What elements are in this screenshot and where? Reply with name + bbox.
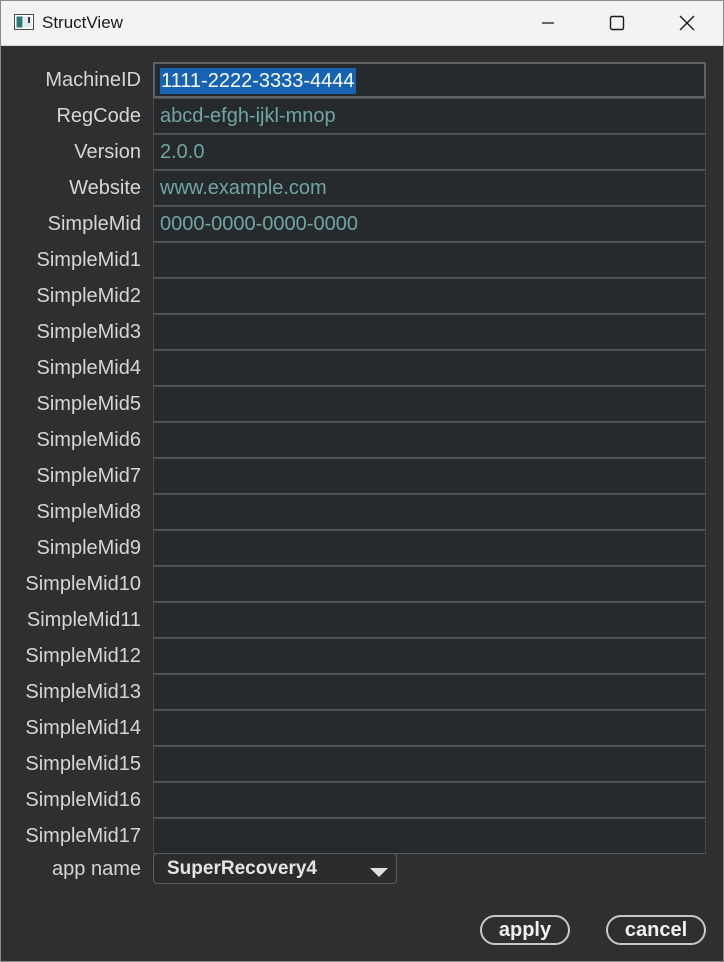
form-row-simplemid2: SimpleMid2 xyxy=(1,278,723,314)
selected-text: 1111-2222-3333-4444 xyxy=(160,68,356,94)
form-row-version: Version 2.0.0 xyxy=(1,134,723,170)
form-row-simplemid9: SimpleMid9 xyxy=(1,530,723,566)
field-label-simplemid8: SimpleMid8 xyxy=(36,501,141,523)
window-title: StructView xyxy=(42,13,123,32)
field-label-simplemid10: SimpleMid10 xyxy=(25,573,141,595)
field-label-simplemid7: SimpleMid7 xyxy=(36,465,141,487)
field-label-version: Version xyxy=(74,141,141,163)
form-row-simplemid15: SimpleMid15 xyxy=(1,746,723,782)
field-label-simplemid4: SimpleMid4 xyxy=(36,357,141,379)
field-input-simplemid8[interactable] xyxy=(153,494,706,530)
field-input-simplemid17[interactable] xyxy=(153,818,706,854)
field-input-simplemid4[interactable] xyxy=(153,350,706,386)
structview-app-icon xyxy=(14,14,34,30)
maximize-icon xyxy=(609,15,625,31)
form-row-simplemid12: SimpleMid12 xyxy=(1,638,723,674)
field-label-machineid: MachineID xyxy=(45,69,141,91)
minimize-button[interactable] xyxy=(513,1,583,45)
field-input-simplemid2[interactable] xyxy=(153,278,706,314)
field-input-version[interactable]: 2.0.0 xyxy=(153,134,706,170)
form-row-regcode: RegCode abcd-efgh-ijkl-mnop xyxy=(1,98,723,134)
form-row-simplemid7: SimpleMid7 xyxy=(1,458,723,494)
dropdown-arrow-icon xyxy=(370,865,388,877)
field-input-simplemid13[interactable] xyxy=(153,674,706,710)
app-name-label: app name xyxy=(52,858,141,880)
form-row-simplemid11: SimpleMid11 xyxy=(1,602,723,638)
form-row-simplemid: SimpleMid 0000-0000-0000-0000 xyxy=(1,206,723,242)
form-row-simplemid8: SimpleMid8 xyxy=(1,494,723,530)
field-input-simplemid14[interactable] xyxy=(153,710,706,746)
field-label-simplemid2: SimpleMid2 xyxy=(36,285,141,307)
field-label-simplemid3: SimpleMid3 xyxy=(36,321,141,343)
close-icon xyxy=(679,15,695,31)
field-input-simplemid[interactable]: 0000-0000-0000-0000 xyxy=(153,206,706,242)
cancel-button[interactable]: cancel xyxy=(606,915,706,945)
field-label-simplemid: SimpleMid xyxy=(47,213,141,235)
structview-window: StructView MachineID 1111-2222-3333-4444 R… xyxy=(0,0,724,962)
field-input-simplemid9[interactable] xyxy=(153,530,706,566)
app-name-combobox[interactable]: SuperRecovery4 xyxy=(153,853,397,884)
app-name-selected-value: SuperRecovery4 xyxy=(167,858,317,879)
field-label-simplemid13: SimpleMid13 xyxy=(25,681,141,703)
field-input-simplemid10[interactable] xyxy=(153,566,706,602)
field-label-simplemid5: SimpleMid5 xyxy=(36,393,141,415)
field-input-simplemid5[interactable] xyxy=(153,386,706,422)
title-bar[interactable]: StructView xyxy=(1,1,723,46)
field-input-simplemid1[interactable] xyxy=(153,242,706,278)
field-input-simplemid7[interactable] xyxy=(153,458,706,494)
form-row-simplemid4: SimpleMid4 xyxy=(1,350,723,386)
maximize-button[interactable] xyxy=(582,1,652,45)
field-label-simplemid6: SimpleMid6 xyxy=(36,429,141,451)
field-label-simplemid1: SimpleMid1 xyxy=(36,249,141,271)
field-input-simplemid15[interactable] xyxy=(153,746,706,782)
field-input-simplemid11[interactable] xyxy=(153,602,706,638)
form-row-simplemid16: SimpleMid16 xyxy=(1,782,723,818)
form-row-machineid: MachineID 1111-2222-3333-4444 xyxy=(1,62,723,98)
field-label-simplemid14: SimpleMid14 xyxy=(25,717,141,739)
minimize-icon xyxy=(541,16,555,30)
field-label-simplemid11: SimpleMid11 xyxy=(26,609,141,631)
field-input-website[interactable]: www.example.com xyxy=(153,170,706,206)
form-row-simplemid10: SimpleMid10 xyxy=(1,566,723,602)
apply-button[interactable]: apply xyxy=(480,915,570,945)
form-row-simplemid6: SimpleMid6 xyxy=(1,422,723,458)
form-row-simplemid13: SimpleMid13 xyxy=(1,674,723,710)
close-button[interactable] xyxy=(652,1,722,45)
field-input-simplemid3[interactable] xyxy=(153,314,706,350)
field-input-machineid[interactable]: 1111-2222-3333-4444 xyxy=(153,62,706,98)
form-row-simplemid5: SimpleMid5 xyxy=(1,386,723,422)
form-row-simplemid17: SimpleMid17 xyxy=(1,818,723,854)
form-row-simplemid14: SimpleMid14 xyxy=(1,710,723,746)
field-label-simplemid17: SimpleMid17 xyxy=(25,825,141,847)
form-row-simplemid1: SimpleMid1 xyxy=(1,242,723,278)
form-row-simplemid3: SimpleMid3 xyxy=(1,314,723,350)
field-label-simplemid16: SimpleMid16 xyxy=(25,789,141,811)
field-input-regcode[interactable]: abcd-efgh-ijkl-mnop xyxy=(153,98,706,134)
field-label-regcode: RegCode xyxy=(56,105,141,127)
field-input-simplemid12[interactable] xyxy=(153,638,706,674)
form-row-website: Website www.example.com xyxy=(1,170,723,206)
field-label-website: Website xyxy=(69,177,141,199)
field-label-simplemid15: SimpleMid15 xyxy=(25,753,141,775)
field-label-simplemid9: SimpleMid9 xyxy=(36,537,141,559)
field-label-simplemid12: SimpleMid12 xyxy=(25,645,141,667)
field-input-simplemid16[interactable] xyxy=(153,782,706,818)
field-input-simplemid6[interactable] xyxy=(153,422,706,458)
